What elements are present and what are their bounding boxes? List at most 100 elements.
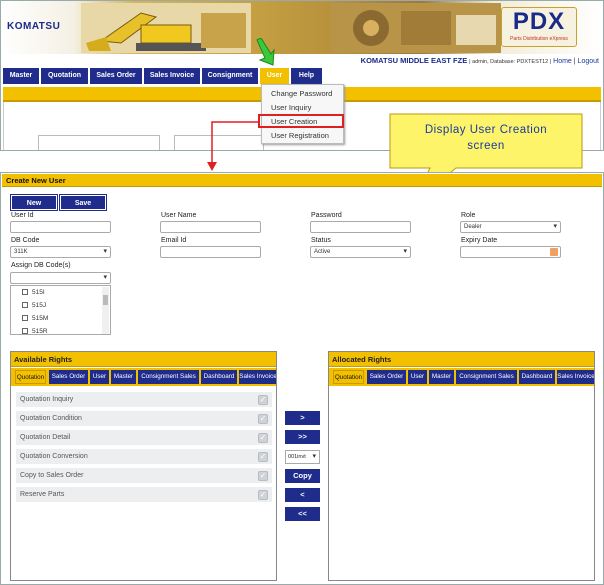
check-icon[interactable]: ✓ <box>258 433 268 443</box>
available-rights-panel: Available Rights Quotation Sales Order U… <box>10 351 277 581</box>
save-button[interactable]: Save <box>59 194 107 211</box>
menu-help[interactable]: Help <box>291 68 323 84</box>
tab-quotation[interactable]: Quotation <box>333 370 364 384</box>
check-icon[interactable]: ✓ <box>258 490 268 500</box>
expiry-date-label: Expiry Date <box>461 237 498 244</box>
menu-master[interactable]: Master <box>3 68 40 84</box>
email-label: Email Id <box>161 237 187 244</box>
menu-item-user-registration[interactable]: User Registration <box>271 131 329 140</box>
assign-db-select[interactable] <box>10 272 111 284</box>
role-select[interactable]: Dealer <box>460 221 561 233</box>
tab-sales-invoice[interactable]: Sales Invoice <box>557 370 594 384</box>
pdx-tagline: Parts Distribution eXpress <box>510 36 568 42</box>
tab-sales-order[interactable]: Sales Order <box>367 370 406 384</box>
rights-template-select[interactable]: 001invt <box>285 450 320 464</box>
expiry-date-input[interactable] <box>460 246 561 258</box>
tab-sales-order[interactable]: Sales Order <box>49 370 88 384</box>
new-button[interactable]: New <box>10 194 58 211</box>
create-user-form: Create New User New Save User Id User Na… <box>0 172 604 585</box>
password-label: Password <box>311 212 342 219</box>
menu-sales-invoice[interactable]: Sales Invoice <box>144 68 201 84</box>
db-code-label: DB Code <box>11 237 40 244</box>
tab-consignment-sales[interactable]: Consignment Sales <box>456 370 517 384</box>
org-bar: KOMATSU MIDDLE EAST FZE | admin, Databas… <box>1 56 603 68</box>
remove-one-button[interactable]: < <box>285 488 320 502</box>
green-arrow-icon <box>256 38 275 66</box>
tab-consignment-sales[interactable]: Consignment Sales <box>138 370 199 384</box>
list-item[interactable]: 515R <box>22 328 48 335</box>
move-one-button[interactable]: > <box>285 411 320 425</box>
checkbox[interactable] <box>22 302 28 308</box>
background-panel <box>38 135 160 150</box>
scroll-thumb[interactable] <box>103 295 108 305</box>
menu-item-user-inquiry[interactable]: User Inquiry <box>271 103 311 112</box>
right-item[interactable]: Quotation Detail ✓ <box>16 430 272 446</box>
password-input[interactable] <box>310 221 411 233</box>
check-icon[interactable]: ✓ <box>258 395 268 405</box>
user-name-label: User Name <box>161 212 197 219</box>
right-item[interactable]: Reserve Parts ✓ <box>16 487 272 503</box>
right-item[interactable]: Quotation Conversion ✓ <box>16 449 272 465</box>
komatsu-logo: KOMATSU <box>7 21 61 32</box>
check-icon[interactable]: ✓ <box>258 452 268 462</box>
db-code-list: 515I 515J 515M 515R <box>10 285 111 335</box>
list-item[interactable]: 515J <box>22 302 46 309</box>
separator: | <box>573 58 576 65</box>
tab-user[interactable]: User <box>90 370 109 384</box>
list-item[interactable]: 515I <box>22 289 45 296</box>
home-link[interactable]: Home <box>553 58 572 65</box>
list-item[interactable]: 515M <box>22 315 48 322</box>
email-input[interactable] <box>160 246 261 258</box>
highlight-box <box>258 114 344 128</box>
checkbox[interactable] <box>22 315 28 321</box>
assign-db-label: Assign DB Code(s) <box>11 262 71 269</box>
copy-button[interactable]: Copy <box>285 469 320 483</box>
remove-all-button[interactable]: << <box>285 507 320 521</box>
org-name: KOMATSU MIDDLE EAST FZE <box>360 56 468 65</box>
checkbox[interactable] <box>22 289 28 295</box>
tab-master[interactable]: Master <box>429 370 454 384</box>
excavator-illustration <box>81 3 251 53</box>
user-id-input[interactable] <box>10 221 111 233</box>
allocated-rights-tabs: Quotation Sales Order User Master Consig… <box>329 368 594 386</box>
check-icon[interactable]: ✓ <box>258 471 268 481</box>
right-item[interactable]: Quotation Inquiry ✓ <box>16 392 272 408</box>
checkbox[interactable] <box>22 328 28 334</box>
allocated-rights-panel: Allocated Rights Quotation Sales Order U… <box>328 351 595 581</box>
right-item[interactable]: Copy to Sales Order ✓ <box>16 468 272 484</box>
user-name-input[interactable] <box>160 221 261 233</box>
move-all-button[interactable]: >> <box>285 430 320 444</box>
db-code-select[interactable]: 311K <box>10 246 111 258</box>
form-title: Create New User <box>2 174 602 187</box>
callout-text: Display User Creation screen <box>424 124 548 152</box>
check-icon[interactable]: ✓ <box>258 414 268 424</box>
status-select[interactable]: Active <box>310 246 411 258</box>
menu-consignment[interactable]: Consignment <box>202 68 259 84</box>
tab-dashboard[interactable]: Dashboard <box>201 370 237 384</box>
red-arrow-icon <box>207 121 258 171</box>
menu-quotation[interactable]: Quotation <box>41 68 89 84</box>
engine-parts-illustration <box>331 3 501 53</box>
tab-dashboard[interactable]: Dashboard <box>519 370 555 384</box>
calendar-icon[interactable] <box>550 248 558 256</box>
right-item[interactable]: Quotation Condition ✓ <box>16 411 272 427</box>
tab-user[interactable]: User <box>408 370 427 384</box>
available-rights-title: Available Rights <box>11 352 276 367</box>
role-label: Role <box>461 212 476 219</box>
tab-sales-invoice[interactable]: Sales Invoice <box>239 370 276 384</box>
user-id-label: User Id <box>11 212 34 219</box>
logout-link[interactable]: Logout <box>578 58 599 65</box>
list-scrollbar[interactable] <box>102 287 109 334</box>
menu-sales-order[interactable]: Sales Order <box>90 68 143 84</box>
tab-master[interactable]: Master <box>111 370 136 384</box>
header-banner: KOMATSU PDX Parts Distribution eXpress <box>1 1 603 54</box>
tab-quotation[interactable]: Quotation <box>15 370 46 384</box>
menu-item-change-password[interactable]: Change Password <box>271 89 332 98</box>
menu-user[interactable]: User <box>260 68 290 84</box>
status-label: Status <box>311 237 331 244</box>
main-menu: Master Quotation Sales Order Sales Invoi… <box>1 68 603 84</box>
allocated-rights-title: Allocated Rights <box>329 352 594 367</box>
pdx-logo: PDX Parts Distribution eXpress <box>501 7 577 47</box>
user-info: | admin, Database: PDXTEST12 | <box>469 59 552 65</box>
available-rights-tabs: Quotation Sales Order User Master Consig… <box>11 368 276 386</box>
